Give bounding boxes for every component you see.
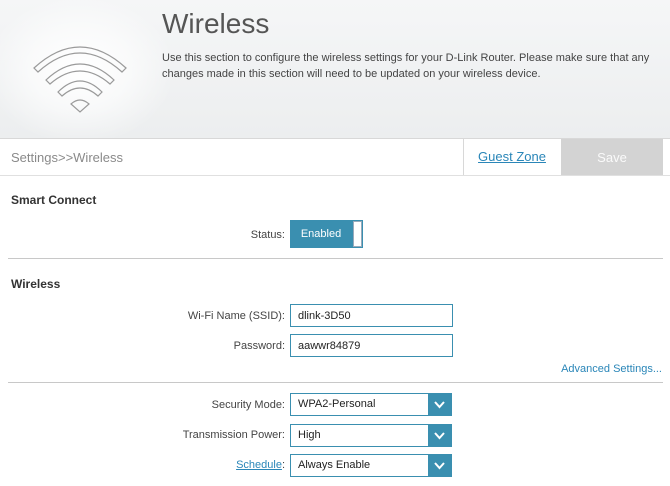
- chevron-down-icon[interactable]: [428, 455, 451, 476]
- toggle-knob[interactable]: [353, 221, 362, 247]
- chevron-down-icon[interactable]: [428, 425, 451, 446]
- wireless-heading: Wireless: [11, 277, 61, 291]
- tx-power-select[interactable]: High: [290, 424, 452, 447]
- page-header: Wireless Use this section to configure t…: [0, 0, 670, 138]
- schedule-link[interactable]: Schedule: [236, 459, 282, 471]
- section-divider: [8, 258, 663, 259]
- page-title: Wireless: [162, 8, 270, 39]
- schedule-colon: :: [281, 459, 285, 471]
- schedule-select[interactable]: Always Enable: [290, 454, 452, 477]
- password-label: Password:: [233, 340, 285, 352]
- smart-connect-toggle[interactable]: Enabled: [290, 220, 363, 248]
- advanced-settings-link[interactable]: Advanced Settings...: [561, 363, 662, 375]
- password-input[interactable]: [290, 334, 453, 357]
- smart-connect-heading: Smart Connect: [11, 193, 97, 207]
- security-mode-value: WPA2-Personal: [298, 398, 376, 410]
- ssid-input[interactable]: [290, 304, 453, 327]
- schedule-label: Schedule:: [135, 459, 285, 471]
- toggle-state-text: Enabled: [300, 228, 342, 240]
- tx-power-value: High: [298, 429, 321, 441]
- save-button[interactable]: Save: [561, 139, 663, 175]
- tx-power-label: Transmission Power:: [182, 429, 285, 441]
- breadcrumb: Settings>>Wireless: [11, 150, 123, 165]
- schedule-value: Always Enable: [298, 459, 371, 471]
- section-divider: [8, 382, 663, 383]
- ssid-label: Wi-Fi Name (SSID):: [187, 310, 285, 322]
- chevron-down-icon[interactable]: [428, 394, 451, 415]
- wifi-icon: [33, 46, 127, 113]
- status-label: Status:: [250, 229, 285, 241]
- security-mode-label: Security Mode:: [211, 399, 285, 411]
- page-description: Use this section to configure the wirele…: [162, 52, 650, 80]
- guest-zone-link[interactable]: Guest Zone: [463, 139, 560, 175]
- security-mode-select[interactable]: WPA2-Personal: [290, 393, 452, 416]
- settings-bar: Settings>>Wireless Guest Zone Save: [0, 138, 670, 176]
